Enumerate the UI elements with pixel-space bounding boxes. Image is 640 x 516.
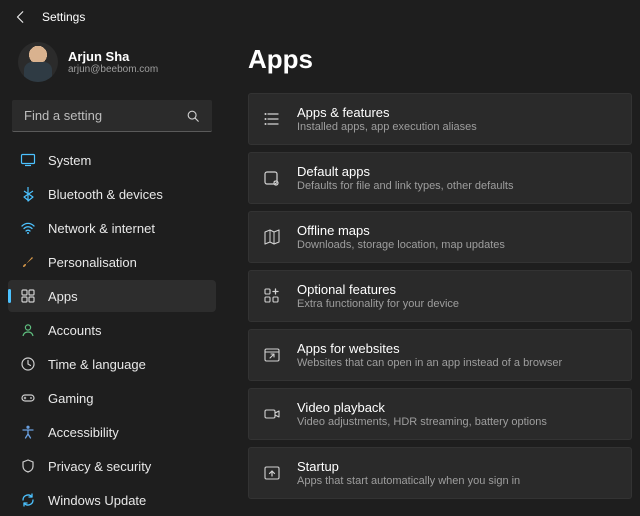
card-default-apps[interactable]: Default apps Defaults for file and link … xyxy=(248,152,632,204)
sidebar-item-bluetooth[interactable]: Bluetooth & devices xyxy=(8,178,216,210)
startup-icon xyxy=(263,464,281,482)
video-icon xyxy=(263,405,281,423)
card-apps-websites[interactable]: Apps for websites Websites that can open… xyxy=(248,329,632,381)
card-desc: Installed apps, app execution aliases xyxy=(297,121,477,133)
sidebar-item-label: Time & language xyxy=(48,357,146,372)
card-title: Video playback xyxy=(297,400,547,415)
list-icon xyxy=(263,110,281,128)
card-apps-features[interactable]: Apps & features Installed apps, app exec… xyxy=(248,93,632,145)
clock-icon xyxy=(20,356,36,372)
sidebar-item-label: Personalisation xyxy=(48,255,137,270)
card-desc: Video adjustments, HDR streaming, batter… xyxy=(297,416,547,428)
main: Apps Apps & features Installed apps, app… xyxy=(220,30,640,501)
sidebar-item-label: Windows Update xyxy=(48,493,146,508)
gamepad-icon xyxy=(20,390,36,406)
card-desc: Downloads, storage location, map updates xyxy=(297,239,505,251)
card-title: Optional features xyxy=(297,282,459,297)
user-block[interactable]: Arjun Sha arjun@beebom.com xyxy=(8,36,216,96)
card-title: Default apps xyxy=(297,164,513,179)
card-offline-maps[interactable]: Offline maps Downloads, storage location… xyxy=(248,211,632,263)
card-title: Apps & features xyxy=(297,105,477,120)
sidebar-item-accessibility[interactable]: Accessibility xyxy=(8,416,216,448)
card-video-playback[interactable]: Video playback Video adjustments, HDR st… xyxy=(248,388,632,440)
sidebar-item-label: Apps xyxy=(48,289,78,304)
update-icon xyxy=(20,492,36,508)
sidebar: Arjun Sha arjun@beebom.com System Blueto… xyxy=(0,30,220,501)
card-list: Apps & features Installed apps, app exec… xyxy=(248,93,632,499)
sidebar-item-label: Bluetooth & devices xyxy=(48,187,163,202)
card-optional-features[interactable]: Optional features Extra functionality fo… xyxy=(248,270,632,322)
brush-icon xyxy=(20,254,36,270)
card-desc: Extra functionality for your device xyxy=(297,298,459,310)
accessibility-icon xyxy=(20,424,36,440)
sidebar-item-label: Gaming xyxy=(48,391,94,406)
card-desc: Websites that can open in an app instead… xyxy=(297,357,562,369)
sidebar-item-gaming[interactable]: Gaming xyxy=(8,382,216,414)
sidebar-item-update[interactable]: Windows Update xyxy=(8,484,216,516)
sidebar-item-apps[interactable]: Apps xyxy=(8,280,216,312)
shield-icon xyxy=(20,458,36,474)
sidebar-item-label: Network & internet xyxy=(48,221,155,236)
search-box[interactable] xyxy=(12,100,212,132)
nav: System Bluetooth & devices Network & int… xyxy=(8,144,216,516)
card-startup[interactable]: Startup Apps that start automatically wh… xyxy=(248,447,632,499)
user-email: arjun@beebom.com xyxy=(68,64,158,75)
sidebar-item-system[interactable]: System xyxy=(8,144,216,176)
sidebar-item-label: Accessibility xyxy=(48,425,119,440)
sidebar-item-label: Privacy & security xyxy=(48,459,151,474)
card-desc: Defaults for file and link types, other … xyxy=(297,180,513,192)
sidebar-item-privacy[interactable]: Privacy & security xyxy=(8,450,216,482)
link-window-icon xyxy=(263,346,281,364)
bluetooth-icon xyxy=(20,186,36,202)
sidebar-item-time[interactable]: Time & language xyxy=(8,348,216,380)
map-icon xyxy=(263,228,281,246)
search-icon xyxy=(186,109,200,123)
sidebar-item-personalisation[interactable]: Personalisation xyxy=(8,246,216,278)
sidebar-item-accounts[interactable]: Accounts xyxy=(8,314,216,346)
card-title: Startup xyxy=(297,459,520,474)
person-icon xyxy=(20,322,36,338)
default-apps-icon xyxy=(263,169,281,187)
window-title: Settings xyxy=(42,10,85,24)
back-icon[interactable] xyxy=(14,10,28,24)
card-title: Offline maps xyxy=(297,223,505,238)
page-title: Apps xyxy=(248,44,632,75)
system-icon xyxy=(20,152,36,168)
wifi-icon xyxy=(20,220,36,236)
user-name: Arjun Sha xyxy=(68,49,158,64)
plus-grid-icon xyxy=(263,287,281,305)
search-input[interactable] xyxy=(24,108,184,123)
avatar xyxy=(18,42,58,82)
sidebar-item-network[interactable]: Network & internet xyxy=(8,212,216,244)
card-desc: Apps that start automatically when you s… xyxy=(297,475,520,487)
sidebar-item-label: System xyxy=(48,153,91,168)
sidebar-item-label: Accounts xyxy=(48,323,101,338)
apps-icon xyxy=(20,288,36,304)
card-title: Apps for websites xyxy=(297,341,562,356)
